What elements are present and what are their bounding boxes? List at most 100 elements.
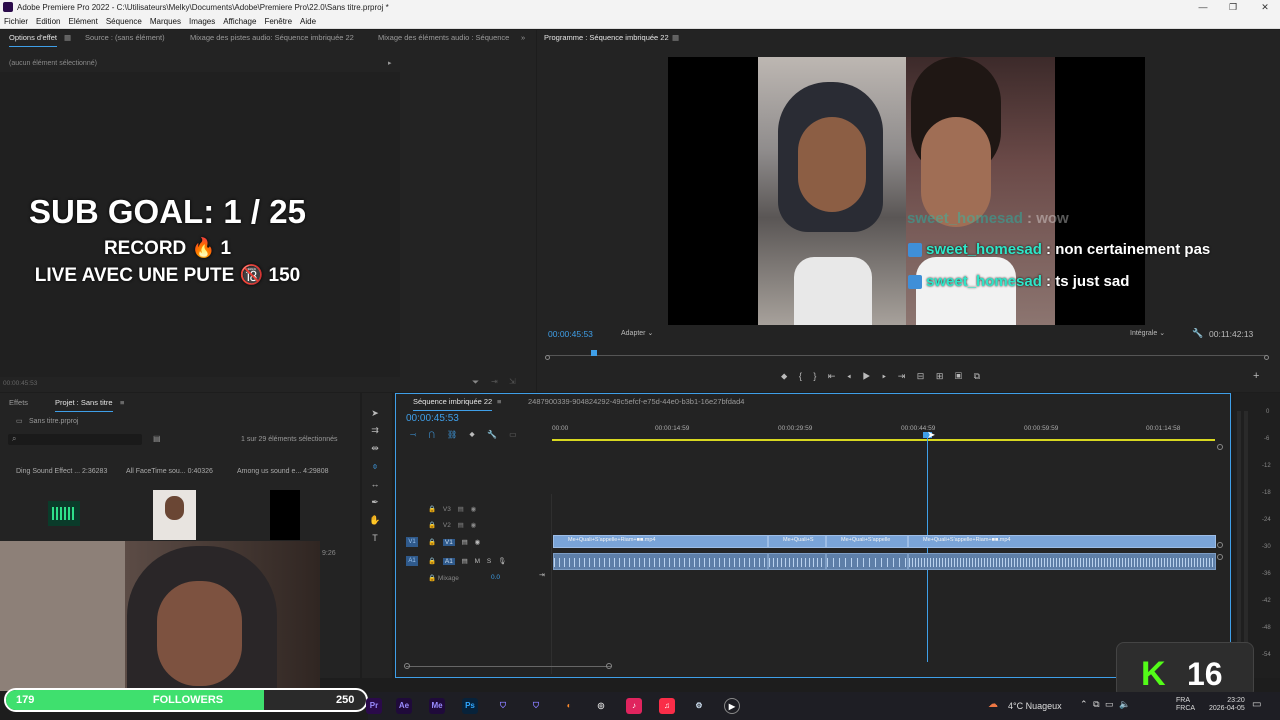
track-lock-icon[interactable]: 🔒: [428, 558, 436, 565]
program-playhead[interactable]: [590, 350, 597, 356]
taskbar-photoshop-icon[interactable]: Ps: [462, 698, 478, 714]
black-thumbnail[interactable]: [270, 490, 300, 540]
menu-images[interactable]: Images: [189, 15, 215, 29]
tab-menu-icon[interactable]: ≡: [497, 394, 501, 410]
microphone-icon[interactable]: 🎙: [498, 558, 506, 565]
export-frame-icon[interactable]: ⇥: [491, 377, 498, 386]
new-bin-icon[interactable]: ▤: [153, 434, 161, 443]
menu-marques[interactable]: Marques: [150, 15, 181, 29]
tab-menu-icon[interactable]: ≡: [120, 395, 124, 411]
taskbar-shield-icon[interactable]: ⛉: [495, 698, 511, 714]
video-clip[interactable]: Me+Quali+S'appelle: [826, 535, 908, 548]
track-lock-icon[interactable]: 🔒: [428, 575, 436, 582]
menu-affichage[interactable]: Affichage: [223, 15, 256, 29]
expand-arrow-icon[interactable]: ▸: [388, 59, 392, 67]
source-patch-v1[interactable]: V1: [406, 537, 418, 547]
taskbar-steam-icon[interactable]: ⚙: [691, 698, 707, 714]
taskbar-media-player-icon[interactable]: ▶: [724, 698, 740, 714]
track-lock-icon[interactable]: 🔒: [428, 539, 436, 546]
track-sync-icon[interactable]: ▤: [458, 522, 464, 529]
video-clip[interactable]: Me+Quali+S'appelle+Riam+■■.mp4: [553, 535, 768, 548]
track-select-tool-icon[interactable]: ⇉: [369, 424, 381, 436]
ruler-end-handle[interactable]: [1217, 444, 1223, 450]
snap-icon[interactable]: ⋂: [429, 430, 435, 439]
menu-edition[interactable]: Edition: [36, 15, 60, 29]
tab-effect-options[interactable]: Options d'effet: [9, 30, 57, 47]
project-item-name[interactable]: Among us sound e... 4:29808: [237, 468, 328, 475]
tray-network-icon[interactable]: ⧉: [1093, 699, 1099, 709]
taskbar-app-icon[interactable]: ◐: [561, 698, 577, 714]
timeline-timecode[interactable]: 00:00:45:53: [406, 413, 459, 424]
step-forward-icon[interactable]: ▸: [882, 371, 886, 381]
slip-tool-icon[interactable]: ↔: [369, 478, 381, 490]
program-timecode[interactable]: 00:00:45:53: [548, 329, 593, 339]
minimize-button[interactable]: —: [1188, 0, 1218, 15]
tray-speaker-icon[interactable]: 🔈: [1119, 699, 1130, 709]
audio-clip[interactable]: [768, 553, 826, 570]
mark-in-icon[interactable]: {: [799, 371, 802, 381]
taskbar-obs-icon[interactable]: ◎: [593, 698, 609, 714]
insert-icon[interactable]: ⇲: [509, 377, 516, 386]
hand-tool-icon[interactable]: ✋: [369, 514, 381, 526]
maximize-button[interactable]: ❐: [1218, 0, 1248, 15]
menu-aide[interactable]: Aide: [300, 15, 316, 29]
mark-out-icon[interactable]: }: [813, 371, 816, 381]
timeline-ruler[interactable]: 00:00 00:00:14:59 00:00:29:59 00:00:44:5…: [552, 422, 1217, 442]
add-marker-icon[interactable]: ⬥: [469, 430, 474, 439]
track-eye-icon[interactable]: ◉: [471, 506, 477, 513]
menu-sequence[interactable]: Séquence: [106, 15, 142, 29]
track-sync-icon[interactable]: ▤: [462, 539, 468, 546]
panel-overflow-icon[interactable]: »: [521, 30, 525, 46]
audio-clip[interactable]: [908, 553, 1216, 570]
pen-tool-icon[interactable]: ✒: [369, 496, 381, 508]
menu-element[interactable]: Elément: [68, 15, 97, 29]
add-marker-icon[interactable]: ⬥: [781, 371, 787, 381]
razor-tool-icon[interactable]: ⌽: [369, 460, 381, 472]
go-to-end-icon[interactable]: ⇥: [539, 571, 545, 579]
tab-source[interactable]: Source : (sans élément): [85, 30, 165, 46]
tab-sequence-id[interactable]: 2487900339-904824292-49c5efcf-e75d-44e0-…: [528, 394, 744, 410]
fit-dropdown[interactable]: Adapter ⌄: [621, 329, 653, 337]
timeline-playhead[interactable]: [923, 432, 932, 662]
notification-icon[interactable]: ▭: [1252, 699, 1261, 710]
compare-view-icon[interactable]: ⧉: [974, 371, 980, 381]
project-search-input[interactable]: ⌕: [8, 434, 142, 445]
track-lock-icon[interactable]: 🔒: [428, 522, 436, 529]
tab-project[interactable]: Projet : Sans titre: [55, 395, 113, 412]
tray-chevron-icon[interactable]: ⌃: [1080, 699, 1088, 709]
track-scroll-handle[interactable]: [1217, 554, 1223, 560]
captions-icon[interactable]: ▭: [509, 430, 517, 439]
zoom-handle-left[interactable]: [404, 663, 410, 669]
track-scroll-handle[interactable]: [1217, 542, 1223, 548]
taskbar-premiere-icon[interactable]: Pr: [366, 698, 382, 714]
track-eye-icon[interactable]: ◉: [471, 522, 477, 529]
taskbar-after-effects-icon[interactable]: Ae: [396, 698, 412, 714]
taskbar-media-encoder-icon[interactable]: Me: [429, 698, 445, 714]
go-to-in-icon[interactable]: ⇤: [828, 371, 836, 381]
mute-button[interactable]: M: [475, 558, 480, 565]
tab-menu-icon[interactable]: ▦: [64, 30, 71, 46]
tab-menu-icon[interactable]: ▦: [672, 30, 679, 46]
tab-sequence[interactable]: Séquence imbriquée 22: [413, 394, 493, 411]
program-scrubber[interactable]: [547, 350, 1267, 356]
linked-selection-icon[interactable]: ⛓: [447, 430, 457, 439]
taskbar-tiktok-icon[interactable]: ♪: [626, 698, 642, 714]
extract-icon[interactable]: ⊞: [936, 371, 944, 381]
work-area-bar[interactable]: [552, 439, 1215, 441]
project-item-name[interactable]: All FaceTime sou... 0:40326: [126, 468, 213, 475]
audio-clip[interactable]: [826, 553, 908, 570]
language-indicator[interactable]: FRA FRCA: [1176, 697, 1195, 713]
video-clip[interactable]: Me+Quali+S: [768, 535, 826, 548]
taskbar-music-icon[interactable]: ♫: [659, 698, 675, 714]
tab-audio-track-mixer[interactable]: Mixage des pistes audio: Séquence imbriq…: [190, 30, 354, 46]
quality-dropdown[interactable]: Intégrale ⌄: [1130, 329, 1165, 337]
go-to-out-icon[interactable]: ⇥: [898, 371, 906, 381]
menu-fenetre[interactable]: Fenêtre: [264, 15, 292, 29]
tab-audio-clip-mixer[interactable]: Mixage des éléments audio : Séquence: [378, 30, 509, 46]
tray-display-icon[interactable]: ▭: [1105, 699, 1114, 709]
scrubber-end-handle[interactable]: [1264, 355, 1269, 360]
scrubber-start-handle[interactable]: [545, 355, 550, 360]
audio-clip[interactable]: [553, 553, 768, 570]
video-thumbnail[interactable]: [153, 490, 196, 540]
wrench-icon[interactable]: 🔧: [1192, 328, 1203, 339]
